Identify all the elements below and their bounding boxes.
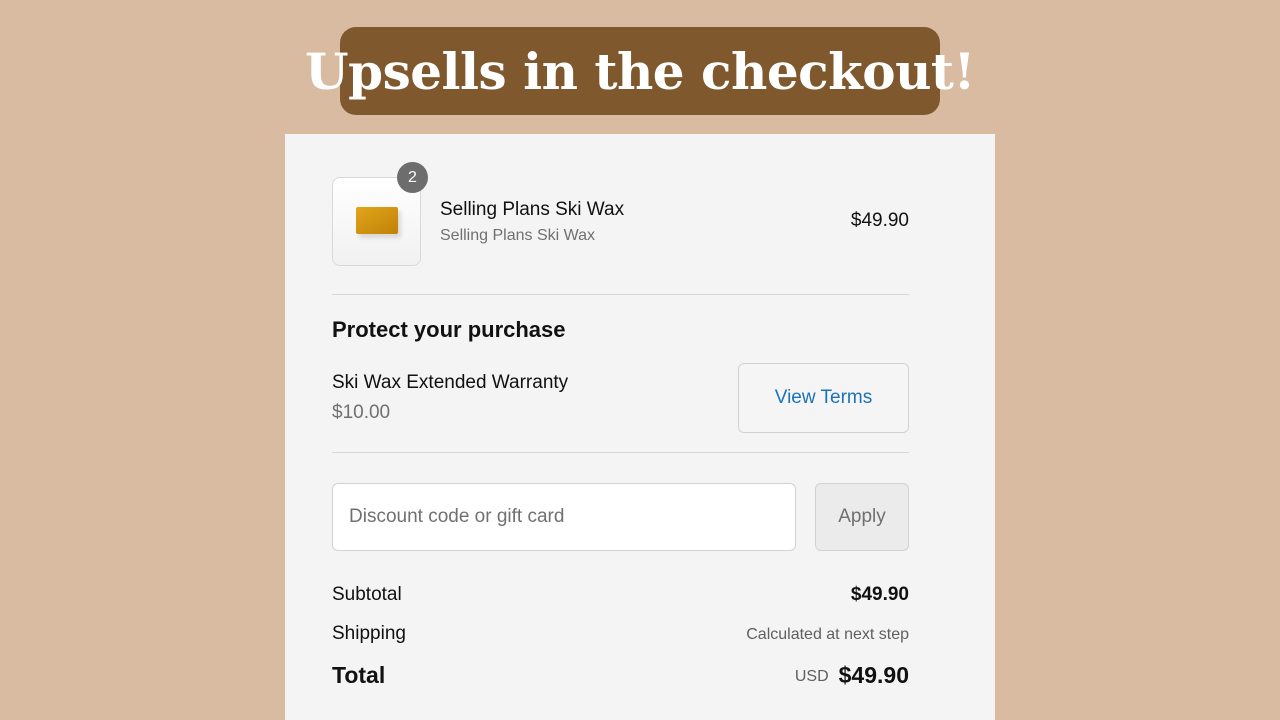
line-item: 2 Selling Plans Ski Wax Selling Plans Sk… <box>332 162 909 266</box>
total-amount: USD $49.90 <box>795 662 909 689</box>
shipping-label: Shipping <box>332 623 406 644</box>
subtotal-label: Subtotal <box>332 584 402 605</box>
subtotal-value: $49.90 <box>850 584 909 605</box>
currency-code: USD <box>794 668 829 685</box>
ski-wax-image <box>356 207 398 234</box>
line-item-title: Selling Plans Ski Wax <box>440 199 625 220</box>
headline-banner: Upsells in the checkout! <box>305 27 975 115</box>
total-row: Total USD $49.90 <box>332 662 909 692</box>
warranty-price: $10.00 <box>332 402 391 423</box>
total-label: Total <box>332 662 386 688</box>
apply-discount-button[interactable]: Apply <box>815 483 909 551</box>
shipping-value: Calculated at next step <box>746 626 909 643</box>
headline-title: Upsells in the checkout! <box>305 41 975 101</box>
quantity-badge: 2 <box>397 162 428 193</box>
shipping-row: Shipping Calculated at next step <box>332 623 909 647</box>
checkout-order-summary: 2 Selling Plans Ski Wax Selling Plans Sk… <box>285 134 995 720</box>
protect-purchase-heading: Protect your purchase <box>332 317 566 342</box>
view-terms-button[interactable]: View Terms <box>738 363 909 433</box>
discount-code-input[interactable] <box>332 483 796 551</box>
total-value: $49.90 <box>838 662 909 688</box>
warranty-product-name: Ski Wax Extended Warranty <box>332 372 569 393</box>
subtotal-row: Subtotal $49.90 <box>332 584 909 608</box>
line-item-price: $49.90 <box>850 210 909 231</box>
line-item-variant: Selling Plans Ski Wax <box>440 227 596 244</box>
divider <box>332 452 909 453</box>
divider <box>332 294 909 295</box>
